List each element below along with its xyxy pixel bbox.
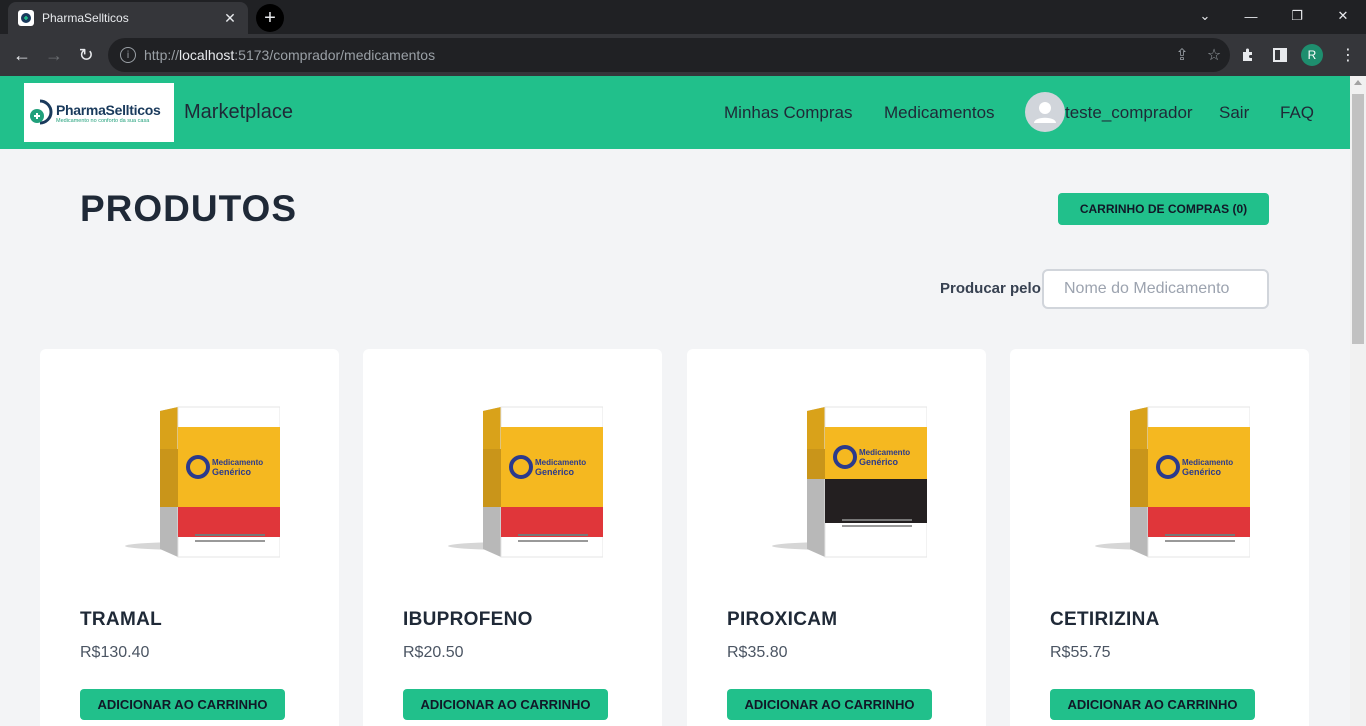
new-tab-icon[interactable]: + [256, 4, 284, 32]
url-text: http://localhost:5173/comprador/medicame… [144, 47, 436, 63]
svg-text:Medicamento: Medicamento [859, 448, 910, 457]
nav-faq[interactable]: FAQ [1280, 103, 1314, 123]
product-box-image: Medicamento Genérico [100, 389, 281, 569]
product-box-image: Medicamento Genérico [747, 389, 928, 569]
tab-title: PharmaSellticos [42, 11, 129, 25]
nav-sair[interactable]: Sair [1219, 103, 1249, 123]
add-to-cart-button[interactable]: ADICIONAR AO CARRINHO [403, 689, 608, 720]
tab-search-icon[interactable]: ⌄ [1182, 0, 1228, 32]
svg-text:Genérico: Genérico [535, 467, 575, 477]
product-name: CETIRIZINA [1050, 609, 1160, 630]
favicon-icon [18, 10, 34, 26]
side-panel-icon[interactable] [1264, 39, 1296, 71]
product-box-image: Medicamento Genérico [1070, 389, 1251, 569]
logo-pill-icon [28, 98, 54, 128]
add-to-cart-button[interactable]: ADICIONAR AO CARRINHO [1050, 689, 1255, 720]
search-input[interactable] [1042, 269, 1269, 309]
back-icon[interactable]: ← [6, 39, 38, 71]
product-price: R$35.80 [727, 644, 788, 661]
svg-text:Genérico: Genérico [859, 457, 899, 467]
forward-icon[interactable]: → [38, 39, 70, 71]
nav-medicamentos[interactable]: Medicamentos [884, 103, 995, 123]
restore-icon[interactable]: ❐ [1274, 0, 1320, 32]
profile-avatar[interactable]: R [1301, 44, 1323, 66]
page-title: PRODUTOS [80, 188, 298, 229]
reload-icon[interactable]: ↻ [70, 39, 102, 71]
page: PharmaSellticos Medicamento no conforto … [0, 76, 1350, 726]
product-box-image: Medicamento Genérico [423, 389, 604, 569]
product-card: Medicamento Genérico CETIRIZINA R$55.75 … [1010, 349, 1309, 726]
share-icon[interactable]: ⇪ [1166, 45, 1198, 65]
logo-name: PharmaSellticos [56, 101, 161, 118]
nav-user[interactable]: teste_comprador [1065, 103, 1193, 123]
product-price: R$20.50 [403, 644, 464, 661]
product-card: Medicamento Genérico PIROXICAM R$35.80 A… [687, 349, 986, 726]
browser-tab[interactable]: PharmaSellticos ✕ [8, 2, 248, 34]
browser-toolbar: ← → ↻ i http://localhost:5173/comprador/… [0, 34, 1366, 76]
address-bar[interactable]: i http://localhost:5173/comprador/medica… [108, 38, 1230, 72]
scroll-up-arrow-icon[interactable] [1354, 80, 1362, 85]
bookmark-star-icon[interactable]: ☆ [1198, 45, 1230, 65]
add-to-cart-button[interactable]: ADICIONAR AO CARRINHO [80, 689, 285, 720]
svg-text:Medicamento: Medicamento [212, 458, 263, 467]
product-card: Medicamento Genérico IBUPROFENO R$20.50 … [363, 349, 662, 726]
nav-minhas-compras[interactable]: Minhas Compras [724, 103, 853, 123]
svg-text:Medicamento: Medicamento [1182, 458, 1233, 467]
brand-title[interactable]: Marketplace [184, 101, 293, 124]
site-header: PharmaSellticos Medicamento no conforto … [0, 76, 1350, 149]
product-price: R$55.75 [1050, 644, 1111, 661]
search-label: Producar pelo: [940, 280, 1046, 297]
add-to-cart-button[interactable]: ADICIONAR AO CARRINHO [727, 689, 932, 720]
extensions-icon[interactable] [1232, 39, 1264, 71]
close-window-icon[interactable]: ✕ [1320, 0, 1366, 32]
cart-button[interactable]: CARRINHO DE COMPRAS (0) [1058, 193, 1269, 225]
scroll-thumb[interactable] [1352, 94, 1364, 344]
svg-text:Genérico: Genérico [212, 467, 252, 477]
product-name: IBUPROFENO [403, 609, 533, 630]
svg-text:Medicamento: Medicamento [535, 458, 586, 467]
browser-tabbar: PharmaSellticos ✕ + ⌄ — ❐ ✕ [0, 0, 1366, 34]
user-avatar-icon[interactable] [1025, 92, 1065, 132]
product-price: R$130.40 [80, 644, 150, 661]
minimize-icon[interactable]: — [1228, 0, 1274, 32]
product-name: TRAMAL [80, 609, 163, 630]
svg-text:Genérico: Genérico [1182, 467, 1222, 477]
page-scrollbar[interactable] [1350, 76, 1366, 726]
site-info-icon[interactable]: i [120, 47, 136, 63]
logo-tagline: Medicamento no conforto da sua casa [56, 117, 150, 124]
menu-kebab-icon[interactable]: ⋮ [1332, 39, 1364, 71]
product-name: PIROXICAM [727, 609, 838, 630]
tab-close-icon[interactable]: ✕ [222, 10, 238, 27]
logo[interactable]: PharmaSellticos Medicamento no conforto … [24, 83, 174, 142]
product-card: Medicamento Genérico TRAMAL R$130.40 ADI… [40, 349, 339, 726]
